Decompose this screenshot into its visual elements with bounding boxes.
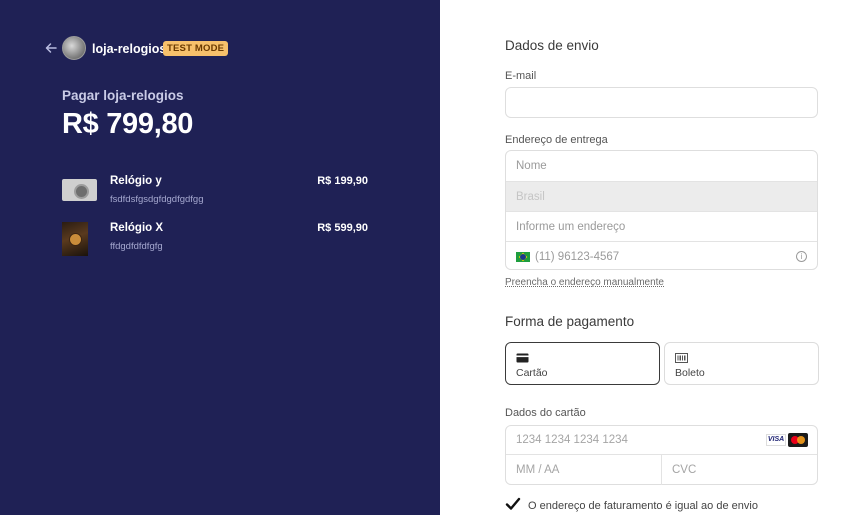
address-label: Endereço de entrega: [505, 134, 608, 146]
phone-input[interactable]: (11) 96123-4567 i: [506, 241, 817, 269]
phone-placeholder: (11) 96123-4567: [535, 251, 620, 263]
address-input[interactable]: Informe um endereço: [506, 211, 817, 241]
cvc-input[interactable]: CVC: [662, 455, 818, 485]
back-arrow-icon[interactable]: [44, 41, 58, 55]
store-name[interactable]: loja-relogios: [92, 42, 166, 56]
payment-title: Forma de pagamento: [505, 314, 635, 329]
payment-method-label: Cartão: [516, 367, 548, 379]
item-description: fsdfdsfgsdgfdgdfgdfgg: [110, 194, 204, 205]
item-price: R$ 199,90: [317, 175, 368, 187]
card-fields: 1234 1234 1234 1234 VISA MM / AA CVC: [505, 425, 818, 485]
manual-address-link[interactable]: Preencha o endereço manualmente: [505, 277, 664, 288]
item-name: Relógio y: [110, 175, 162, 187]
item-price: R$ 599,90: [317, 222, 368, 234]
item-description: ffdgdfdfdfgfg: [110, 241, 163, 252]
line-item: Relógio X ffdgdfdfdfgfg R$ 599,90: [62, 222, 372, 262]
line-item: Relógio y fsdfdsfgsdgfdgdfgdfgg R$ 199,9…: [62, 175, 372, 215]
country-select[interactable]: Brasil: [506, 181, 817, 211]
payment-method-card[interactable]: Cartão: [505, 342, 660, 385]
billing-same-label[interactable]: O endereço de faturamento é igual ao de …: [528, 500, 758, 512]
order-summary-panel: loja-relogios TEST MODE Pagar loja-relog…: [0, 0, 440, 515]
pay-label: Pagar loja-relogios: [62, 88, 184, 103]
card-number-input[interactable]: 1234 1234 1234 1234 VISA: [506, 426, 817, 455]
address-group: Nome Brasil Informe um endereço (11) 961…: [505, 150, 818, 270]
brazil-flag-icon[interactable]: [516, 251, 530, 262]
shipping-title: Dados de envio: [505, 38, 599, 53]
info-icon[interactable]: i: [796, 251, 807, 262]
card-data-label: Dados do cartão: [505, 407, 586, 419]
credit-card-icon: [516, 353, 529, 363]
card-number-placeholder: 1234 1234 1234 1234: [516, 434, 628, 446]
billing-same-checkbox[interactable]: [505, 496, 521, 512]
email-field[interactable]: [505, 87, 818, 118]
checkout-form-panel: Dados de envio E-mail Endereço de entreg…: [440, 0, 861, 515]
email-label: E-mail: [505, 70, 537, 82]
barcode-icon: [675, 353, 688, 363]
expiry-input[interactable]: MM / AA: [506, 455, 662, 485]
name-input[interactable]: Nome: [506, 151, 817, 181]
visa-logo-icon: VISA: [766, 434, 786, 446]
store-avatar: [62, 36, 86, 60]
product-image: [62, 222, 88, 256]
test-mode-badge: TEST MODE: [163, 41, 229, 56]
mastercard-logo-icon: [788, 433, 808, 447]
product-image: [62, 179, 97, 201]
order-total: R$ 799,80: [62, 108, 194, 140]
payment-method-label: Boleto: [675, 367, 705, 379]
payment-method-boleto[interactable]: Boleto: [664, 342, 819, 385]
item-name: Relógio X: [110, 222, 164, 234]
